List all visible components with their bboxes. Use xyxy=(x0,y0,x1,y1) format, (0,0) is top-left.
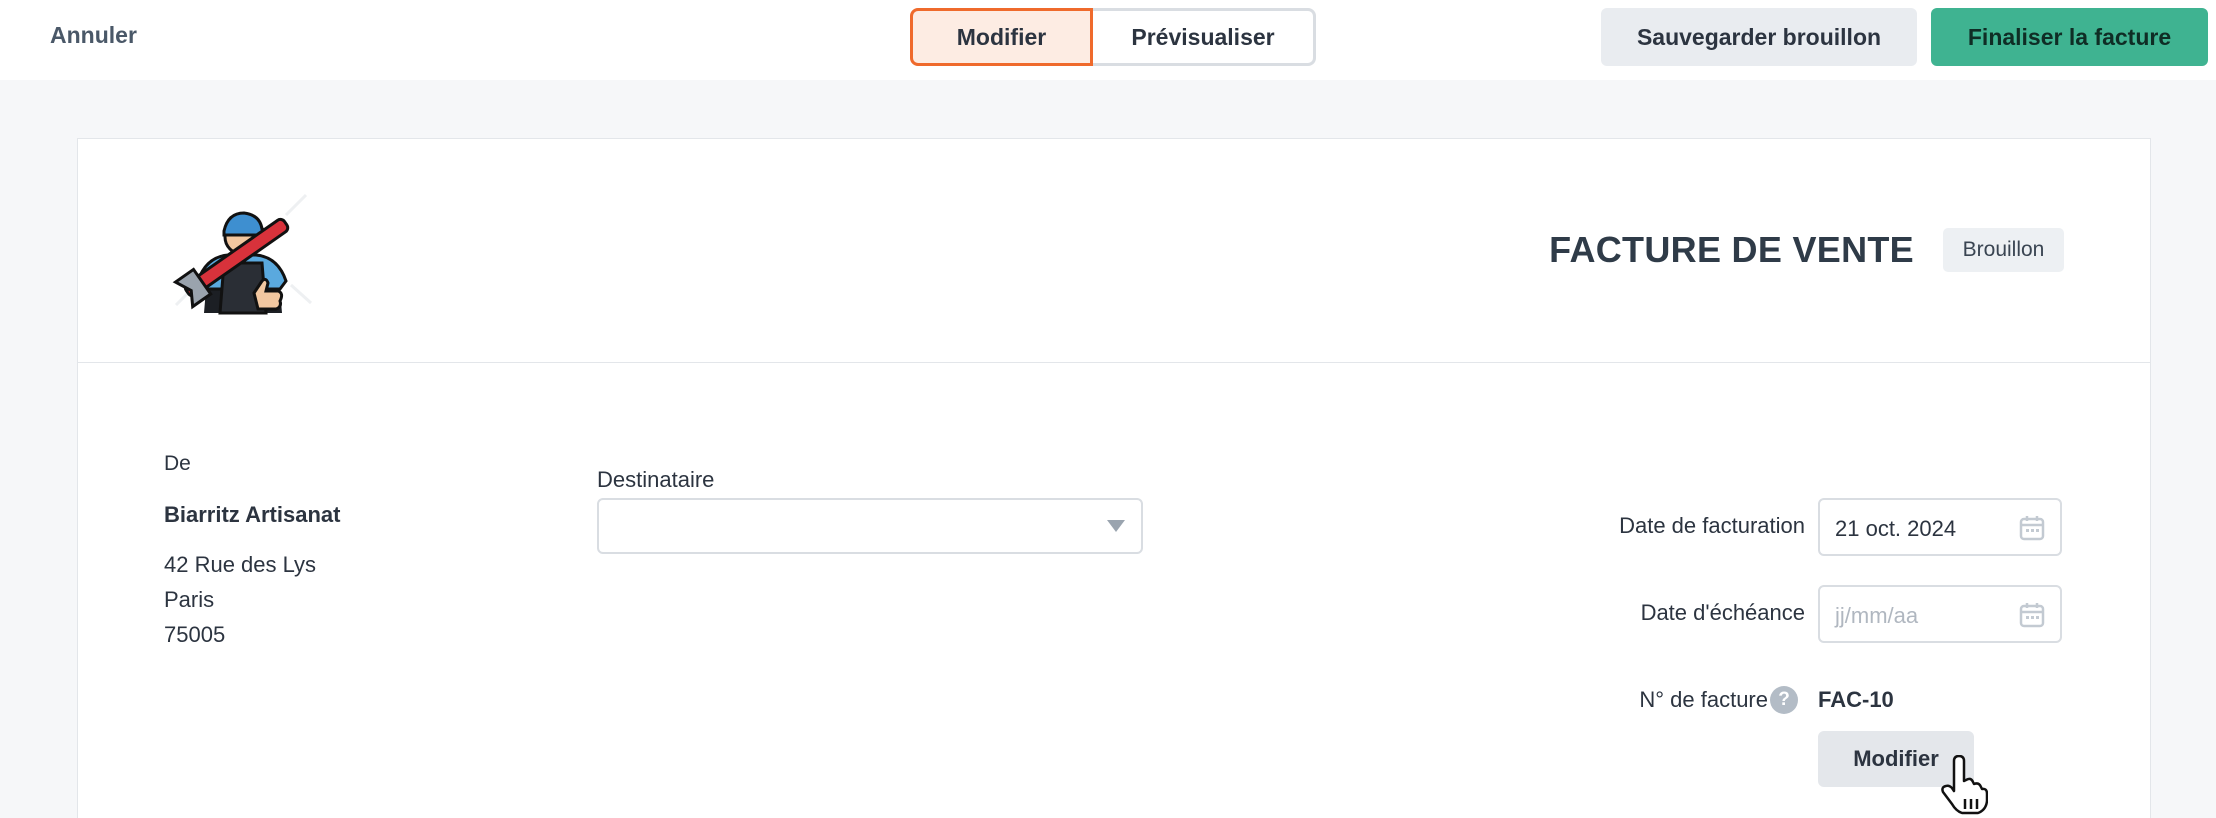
plumber-logo-icon xyxy=(172,193,313,315)
cancel-link[interactable]: Annuler xyxy=(50,22,137,49)
sender-address-line: 42 Rue des Lys xyxy=(164,552,317,577)
due-date-placeholder: jj/mm/aa xyxy=(1835,603,1919,628)
invoice-number-label: N° de facture xyxy=(1639,687,1768,712)
finalize-invoice-button[interactable]: Finaliser la facture xyxy=(1931,8,2208,66)
top-toolbar: Annuler Modifier Prévisualiser Sauvegard… xyxy=(0,0,2216,80)
sender-label: De xyxy=(164,452,191,475)
calendar-icon xyxy=(2019,603,2045,628)
invoice-header: FACTURE DE VENTE Brouillon xyxy=(78,139,2150,363)
sender-postal-code: 75005 xyxy=(164,622,226,647)
invoice-card: FACTURE DE VENTE Brouillon De xyxy=(77,138,2151,818)
save-draft-button[interactable]: Sauvegarder brouillon xyxy=(1601,8,1917,66)
help-icon[interactable]: ? xyxy=(1770,686,1798,714)
recipient-label: Destinataire xyxy=(597,467,715,492)
due-date-input[interactable]: jj/mm/aa xyxy=(1818,585,2062,643)
invoice-number-value: FAC-10 xyxy=(1818,687,1894,712)
edit-mode-button[interactable]: Modifier xyxy=(910,8,1093,66)
chevron-down-icon xyxy=(1107,520,1125,532)
recipient-select[interactable] xyxy=(597,498,1143,554)
invoice-date-value: 21 oct. 2024 xyxy=(1835,516,1957,541)
hand-cursor-icon xyxy=(1941,755,1988,815)
mode-toggle: Modifier Prévisualiser xyxy=(910,8,1316,66)
invoice-date-input[interactable]: 21 oct. 2024 xyxy=(1818,498,2062,556)
invoice-title: FACTURE DE VENTE xyxy=(1549,229,1914,270)
invoice-date-label: Date de facturation xyxy=(1619,513,1805,538)
due-date-label: Date d'échéance xyxy=(1640,600,1805,625)
calendar-icon xyxy=(2019,516,2045,541)
sender-city: Paris xyxy=(164,587,215,612)
sender-name: Biarritz Artisanat xyxy=(164,502,341,527)
status-badge: Brouillon xyxy=(1943,228,2064,272)
preview-mode-button[interactable]: Prévisualiser xyxy=(1093,8,1316,66)
